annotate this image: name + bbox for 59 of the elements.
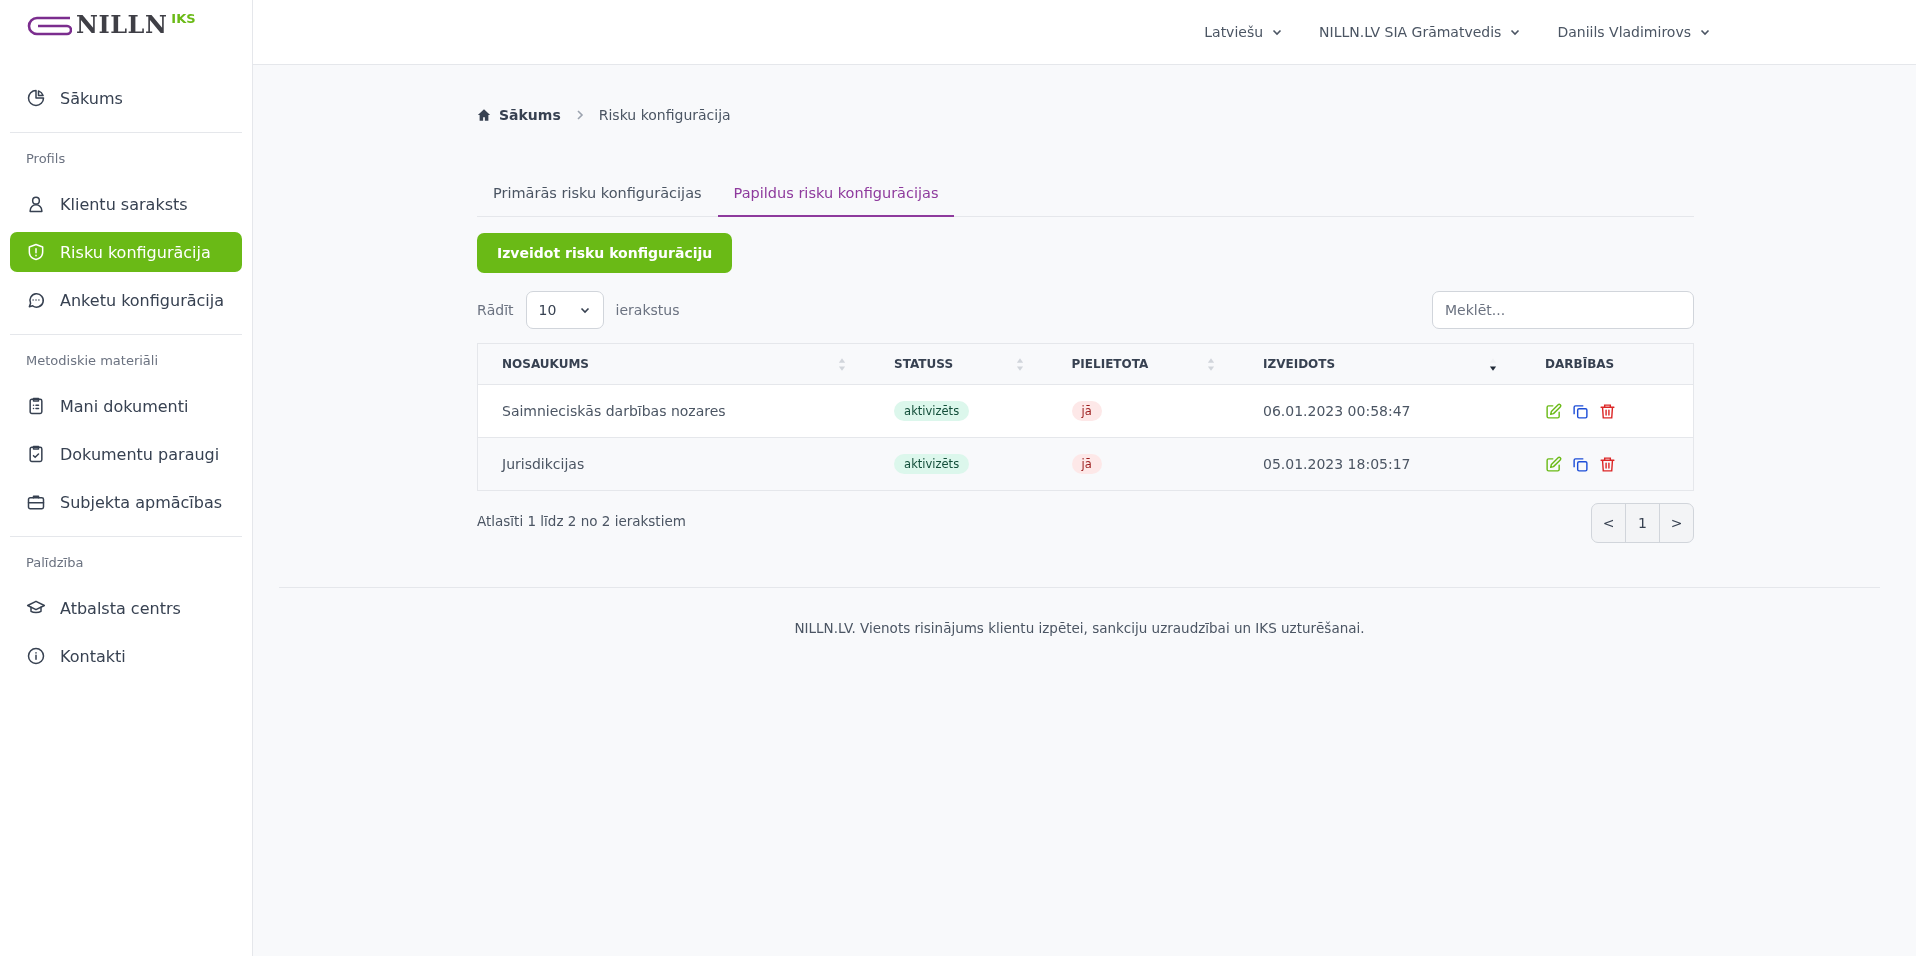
column-header: PIELIETOTA <box>1071 357 1149 371</box>
next-page-button[interactable]: > <box>1660 504 1693 542</box>
sidebar-item[interactable]: Dokumentu paraugi <box>10 434 242 474</box>
section-heading: Palīdzība <box>25 554 85 572</box>
breadcrumb-link[interactable]: Sākums <box>499 107 561 123</box>
tab[interactable]: Primārās risku konfigurācijas <box>477 173 718 217</box>
table-info: Atlasīti 1 līdz 2 no 2 ierakstiem <box>477 513 686 529</box>
logo-suffix: IKS <box>171 12 196 26</box>
pie-chart-icon <box>26 88 46 108</box>
table-cell: 06.01.2023 00:58:47 <box>1263 403 1411 419</box>
column-header: NOSAUKUMS <box>502 357 589 371</box>
chevron-right-icon <box>574 109 585 121</box>
briefcase-icon <box>26 492 46 512</box>
clipboard-list-icon <box>26 396 46 416</box>
footer-text: NILLN.LV. Vienots risinājums klientu izpētei, sankciju uzraudzībai un IKS uzturēšanai. <box>794 620 1365 636</box>
section-heading: Metodiskie materiāli <box>25 352 160 370</box>
section-heading: Profils <box>25 150 67 168</box>
column-header: DARBĪBAS <box>1545 357 1615 371</box>
header-menu[interactable]: Latviešu <box>1204 24 1284 40</box>
user-icon <box>26 194 46 214</box>
column-header: STATUSS <box>894 357 954 371</box>
header-menu[interactable]: NILLN.LV SIA Grāmatvedis <box>1319 24 1522 40</box>
breadcrumb-current: Risku konfigurācija <box>598 107 731 123</box>
used-badge: jā <box>1071 401 1102 421</box>
sidebar-item[interactable]: Subjekta apmācības <box>10 482 242 522</box>
copy-icon[interactable] <box>1572 402 1590 420</box>
status-badge: aktivizēts <box>894 454 970 474</box>
table-cell: Saimnieciskās darbības nozares <box>502 403 726 419</box>
page-button[interactable]: 1 <box>1626 504 1660 542</box>
paperclip-logo-icon <box>26 15 72 37</box>
clipboard-check-icon <box>26 444 46 464</box>
edit-icon[interactable] <box>1545 402 1563 420</box>
column-header: IZVEIDOTS <box>1263 357 1336 371</box>
page-size-select[interactable]: 10 <box>525 291 604 329</box>
entries-label: ierakstus <box>615 302 680 318</box>
table-cell: 05.01.2023 18:05:17 <box>1263 456 1411 472</box>
delete-icon[interactable] <box>1599 455 1617 473</box>
sidebar-item[interactable]: Kontakti <box>10 636 242 676</box>
table-cell: Jurisdikcijas <box>502 456 585 472</box>
sidebar-item[interactable]: Atbalsta centrs <box>10 588 242 628</box>
sidebar-item[interactable]: Anketu konfigurācija <box>10 280 242 320</box>
previous-page-button[interactable]: < <box>1592 504 1626 542</box>
show-label: Rādīt <box>477 302 514 318</box>
info-icon <box>26 646 46 666</box>
sidebar-item[interactable]: Sākums <box>10 78 242 118</box>
search-field[interactable]: Meklēt... <box>1432 291 1694 329</box>
home-icon <box>477 108 491 122</box>
tab[interactable]: Papildus risku konfigurācijas <box>717 173 955 217</box>
copy-icon[interactable] <box>1572 455 1590 473</box>
sort-icon[interactable] <box>1489 356 1498 372</box>
status-badge: aktivizēts <box>894 401 970 421</box>
sidebar-item[interactable]: Klientu saraksts <box>10 184 242 224</box>
header-menu[interactable]: Daniils Vladimirovs <box>1557 24 1711 40</box>
delete-icon[interactable] <box>1599 402 1617 420</box>
sidebar-item[interactable]: Mani dokumenti <box>10 386 242 426</box>
chat-bubble-icon <box>26 290 46 310</box>
shield-icon <box>26 242 46 262</box>
used-badge: jā <box>1071 454 1102 474</box>
logo-text: NILLN <box>76 12 168 38</box>
